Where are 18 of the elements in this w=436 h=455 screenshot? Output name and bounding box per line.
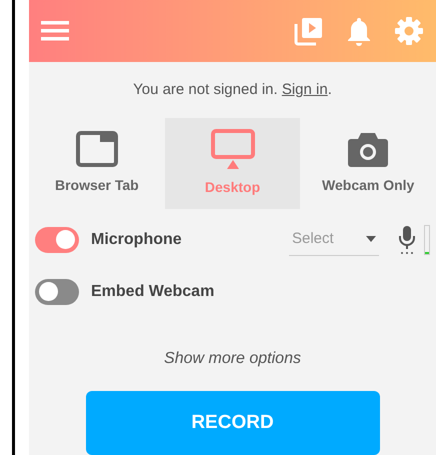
toggle-switch[interactable] [35, 226, 79, 252]
settings-icon[interactable] [394, 16, 424, 46]
camera-icon [348, 130, 388, 166]
monitor-icon [210, 128, 254, 168]
video-library-icon[interactable] [294, 16, 324, 46]
sign-in-notice: You are not signed in. Sign in. [132, 80, 333, 100]
option-label: Microphone [91, 230, 182, 250]
mode-tab[interactable]: Webcam Only [300, 118, 436, 208]
bell-icon[interactable] [346, 16, 372, 46]
sign-in-link[interactable]: Sign in [282, 81, 328, 98]
mode-tab[interactable]: Browser Tab [29, 118, 165, 208]
caret-icon [366, 236, 376, 242]
show-more-options-link[interactable]: Show more options [164, 346, 301, 370]
browser-window-icon [76, 130, 118, 166]
toggle-switch[interactable] [35, 278, 79, 304]
menu-icon[interactable] [41, 21, 69, 41]
microphone-icon [397, 224, 417, 254]
option-label: Embed Webcam [91, 282, 214, 302]
